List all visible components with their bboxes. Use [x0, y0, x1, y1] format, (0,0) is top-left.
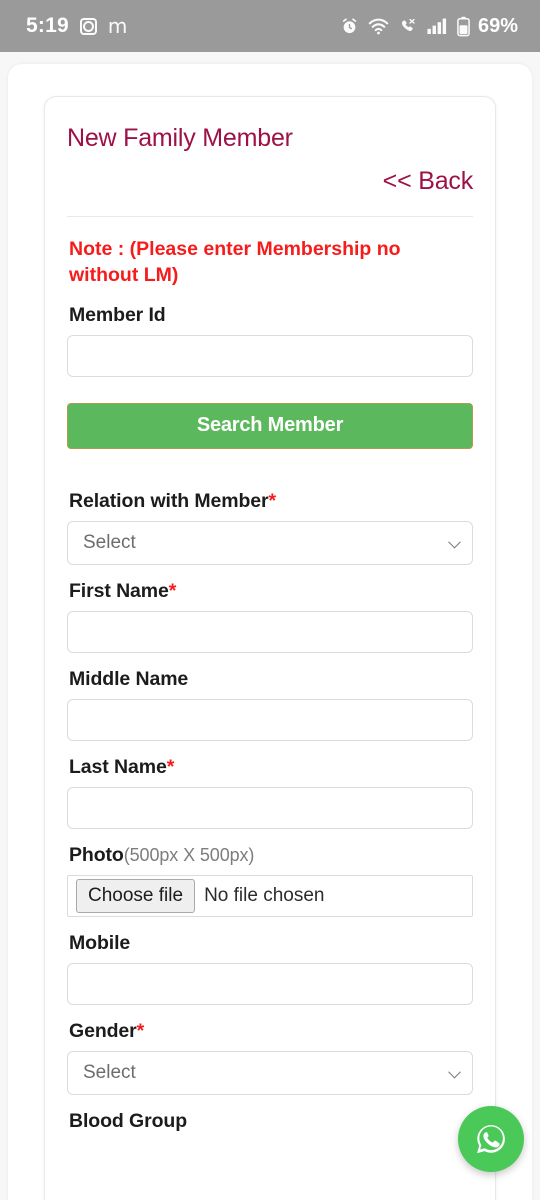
back-row: << Back [67, 167, 474, 196]
required-asterisk: * [166, 755, 175, 778]
field-member-id: Member Id [67, 304, 473, 377]
relation-label: Relation with Member* [67, 490, 473, 513]
photo-label-text: Photo [69, 843, 124, 866]
gmail-m-icon: m [107, 14, 128, 38]
relation-select-wrap: Select [67, 520, 473, 565]
back-link[interactable]: << Back [383, 167, 474, 196]
middle-name-label-text: Middle Name [69, 667, 189, 690]
whatsapp-fab-button[interactable] [458, 1106, 524, 1172]
member-id-input[interactable] [67, 334, 473, 377]
wifi-icon [368, 17, 389, 36]
member-id-label-text: Member Id [69, 303, 166, 326]
required-asterisk: * [268, 489, 277, 512]
mobile-label-text: Mobile [69, 931, 131, 954]
instagram-icon [79, 17, 97, 35]
mobile-input[interactable] [67, 962, 473, 1005]
required-asterisk: * [168, 579, 177, 602]
status-bar-right: 69% [340, 15, 518, 38]
last-name-label: Last Name* [67, 756, 473, 779]
field-blood-group: Blood Group [67, 1110, 473, 1133]
first-name-label-text: First Name [69, 579, 169, 602]
field-first-name: First Name* [67, 580, 473, 653]
gender-select[interactable]: Select [67, 1050, 473, 1095]
field-mobile: Mobile [67, 932, 473, 1005]
last-name-input[interactable] [67, 786, 473, 829]
relation-label-text: Relation with Member [69, 489, 269, 512]
battery-percent: 69% [477, 14, 518, 37]
blood-group-label: Blood Group [67, 1110, 473, 1133]
middle-name-label: Middle Name [67, 668, 473, 691]
header-divider [67, 216, 473, 217]
status-bar: 5:19 m 69% [0, 0, 540, 52]
relation-select[interactable]: Select [67, 520, 473, 565]
first-name-input[interactable] [67, 610, 473, 653]
whatsapp-icon [477, 1125, 505, 1154]
page-title: New Family Member [67, 124, 293, 152]
alarm-icon [340, 17, 359, 36]
photo-file-input[interactable]: Choose file No file chosen [67, 874, 473, 917]
signal-icon [427, 17, 448, 35]
new-family-member-card: New Family Member << Back Note : (Please… [44, 96, 496, 1200]
field-last-name: Last Name* [67, 756, 473, 829]
content-panel: New Family Member << Back Note : (Please… [8, 64, 532, 1200]
required-asterisk: * [136, 1019, 145, 1042]
file-chosen-status: No file chosen [204, 884, 325, 906]
first-name-label: First Name* [67, 580, 473, 603]
member-id-label: Member Id [67, 304, 473, 327]
search-member-button[interactable]: Search Member [67, 402, 473, 449]
gender-label-text: Gender [69, 1019, 137, 1042]
status-time: 5:19 [26, 14, 69, 37]
missed-call-icon [398, 17, 418, 36]
field-photo: Photo(500px X 500px) Choose file No file… [67, 844, 473, 917]
middle-name-input[interactable] [67, 698, 473, 741]
field-middle-name: Middle Name [67, 668, 473, 741]
membership-note: Note : (Please enter Membership no witho… [69, 238, 401, 287]
last-name-label-text: Last Name [69, 755, 167, 778]
mobile-label: Mobile [67, 932, 473, 955]
battery-icon [457, 16, 470, 37]
photo-label: Photo(500px X 500px) [67, 844, 473, 867]
status-bar-left: 5:19 m [26, 14, 127, 38]
choose-file-button[interactable]: Choose file [76, 878, 196, 913]
field-relation-with-member: Relation with Member* Select [67, 490, 473, 565]
gender-label: Gender* [67, 1020, 473, 1043]
blood-group-label-text: Blood Group [69, 1109, 188, 1132]
field-gender: Gender* Select [67, 1020, 473, 1095]
gender-select-wrap: Select [67, 1050, 473, 1095]
photo-size-hint: (500px X 500px) [123, 844, 255, 865]
